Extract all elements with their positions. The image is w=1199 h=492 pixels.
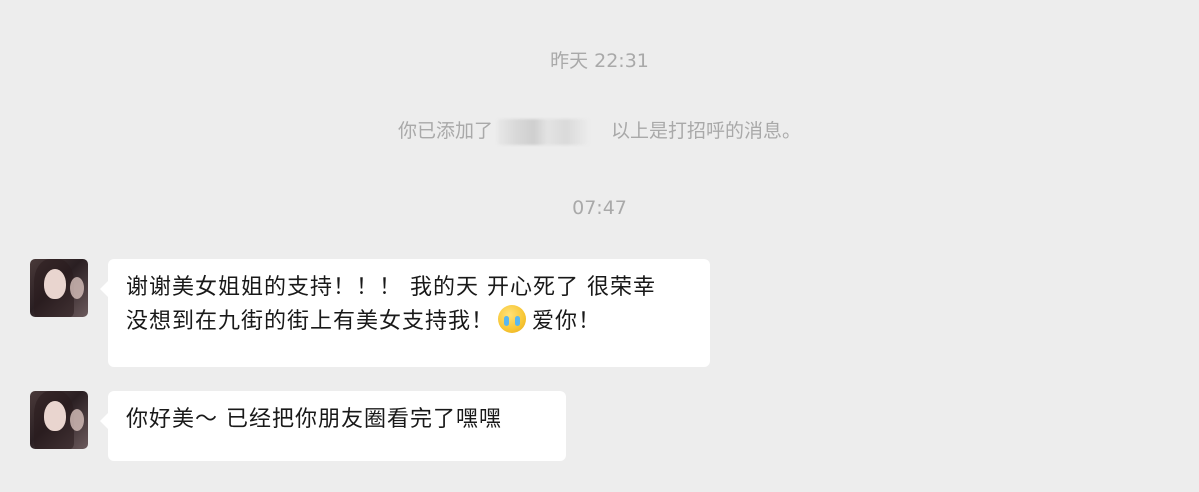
message-row: 谢谢美女姐姐的支持！！！ 我的天 开心死了 很荣幸 没想到在九街的街上有美女支持… bbox=[30, 259, 710, 367]
timestamp-today: 07:47 bbox=[572, 197, 627, 219]
avatar[interactable] bbox=[30, 391, 88, 449]
message-text-line: 没想到在九街的街上有美女支持我！ 爱你！ bbox=[126, 305, 692, 339]
message-text: 爱你！ bbox=[532, 309, 602, 334]
chat-view: 昨天 22:31 你已添加了 以上是打招呼的消息。 07:47 谢谢美女姐姐的支持… bbox=[0, 0, 1199, 492]
timestamp-yesterday: 昨天 22:31 bbox=[550, 50, 649, 72]
avatar[interactable] bbox=[30, 259, 88, 317]
message-row: 你好美～ 已经把你朋友圈看完了嘿嘿 bbox=[30, 391, 566, 461]
message-text: 没想到在九街的街上有美女支持我！ bbox=[126, 309, 495, 334]
message-bubble[interactable]: 你好美～ 已经把你朋友圈看完了嘿嘿 bbox=[100, 391, 566, 461]
system-notice: 你已添加了 以上是打招呼的消息。 bbox=[0, 116, 1199, 145]
message-text-line: 谢谢美女姐姐的支持！！！ 我的天 开心死了 很荣幸 bbox=[126, 275, 656, 300]
notice-prefix: 你已添加了 bbox=[397, 120, 493, 142]
notice-suffix: 以上是打招呼的消息。 bbox=[611, 120, 802, 142]
message-bubble[interactable]: 谢谢美女姐姐的支持！！！ 我的天 开心死了 很荣幸 没想到在九街的街上有美女支持… bbox=[100, 259, 710, 367]
crying-face-emoji-icon bbox=[498, 305, 527, 333]
message-text-line: 你好美～ 已经把你朋友圈看完了嘿嘿 bbox=[126, 407, 502, 432]
redacted-name bbox=[497, 118, 589, 145]
